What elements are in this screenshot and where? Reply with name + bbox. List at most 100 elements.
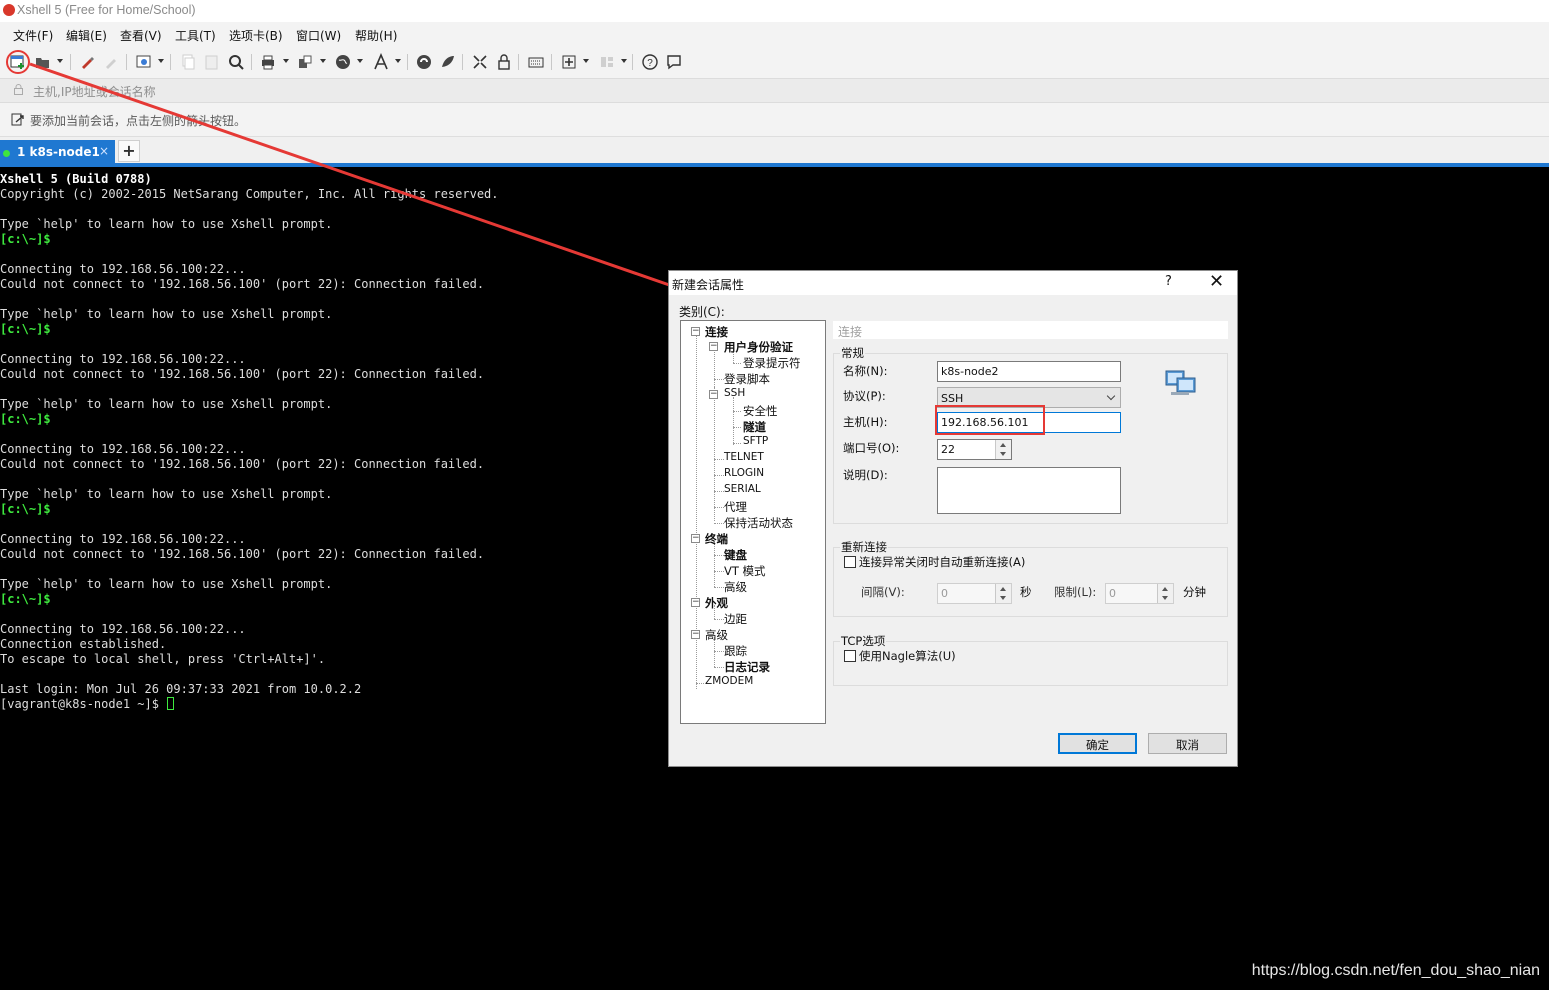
terminal-line: Type `help' to learn how to use Xshell p…	[0, 217, 333, 231]
spin-up-icon[interactable]	[1000, 443, 1006, 447]
annotation-highlight-box	[935, 405, 1045, 435]
interval-spinner[interactable]	[995, 584, 1011, 603]
tree-ssh[interactable]: SSH	[724, 387, 745, 399]
auto-reconnect-checkbox[interactable]	[844, 556, 856, 568]
tree-collapse-icon[interactable]: −	[691, 630, 700, 639]
add-tab-icon[interactable]	[559, 53, 579, 71]
globe-icon[interactable]	[333, 53, 353, 71]
address-bar[interactable]: 主机,IP地址或会话名称	[0, 78, 1549, 102]
tree-zmodem[interactable]: ZMODEM	[705, 675, 753, 687]
port-input[interactable]: 22	[937, 439, 1012, 460]
add-session-arrow-icon[interactable]	[11, 113, 25, 127]
find-icon[interactable]	[226, 53, 246, 71]
paste-icon[interactable]	[202, 53, 222, 71]
interval-unit: 秒	[1020, 585, 1032, 599]
session-hint: 要添加当前会话，点击左侧的箭头按钮。	[30, 114, 247, 128]
terminal-cursor	[167, 697, 175, 710]
port-spinner[interactable]	[995, 440, 1011, 459]
description-textarea[interactable]	[937, 467, 1121, 514]
tree-terminal-advanced[interactable]: 高级	[724, 579, 747, 595]
tree-terminal[interactable]: 终端	[705, 531, 728, 547]
tree-keepalive[interactable]: 保持活动状态	[724, 515, 793, 531]
dialog-close-button[interactable]: ✕	[1209, 271, 1224, 292]
tree-rlogin[interactable]: RLOGIN	[724, 467, 764, 479]
tree-collapse-icon[interactable]: −	[709, 390, 718, 399]
tree-collapse-icon[interactable]: −	[691, 327, 700, 336]
tree-login-script[interactable]: 登录脚本	[724, 371, 770, 387]
spin-down-icon[interactable]	[1000, 596, 1006, 600]
chat-icon[interactable]	[664, 53, 684, 71]
limit-value: 0	[1109, 587, 1116, 600]
disconnect-icon[interactable]	[101, 53, 121, 71]
tree-logging[interactable]: 日志记录	[724, 659, 770, 675]
tree-trace[interactable]: 跟踪	[724, 643, 747, 659]
terminal-line: Xshell 5 (Build 0788)	[0, 172, 152, 186]
port-value: 22	[941, 443, 955, 456]
address-input[interactable]: 主机,IP地址或会话名称	[33, 83, 156, 100]
keyboard-icon[interactable]	[526, 53, 546, 71]
spin-down-icon[interactable]	[1000, 452, 1006, 456]
tree-telnet[interactable]: TELNET	[724, 451, 764, 463]
spin-up-icon[interactable]	[1000, 587, 1006, 591]
terminal-line: Connecting to 192.168.56.100:22...	[0, 442, 246, 456]
interval-input[interactable]: 0	[937, 583, 1012, 604]
tree-advanced[interactable]: 高级	[705, 627, 728, 643]
xftp-icon[interactable]	[414, 53, 434, 71]
menu-edit[interactable]: 编辑(E)	[66, 27, 107, 44]
name-input[interactable]: k8s-node2	[937, 361, 1121, 382]
menu-help[interactable]: 帮助(H)	[355, 27, 397, 44]
spin-down-icon[interactable]	[1162, 596, 1168, 600]
tree-vt-mode[interactable]: VT 模式	[724, 563, 766, 579]
print-icon[interactable]	[258, 53, 278, 71]
menu-view[interactable]: 查看(V)	[120, 27, 162, 44]
new-tab-button[interactable]: +	[118, 140, 140, 162]
reconnect-icon[interactable]	[77, 53, 97, 71]
nagle-checkbox[interactable]	[844, 650, 856, 662]
help-icon[interactable]: ?	[640, 53, 660, 71]
menu-tools[interactable]: 工具(T)	[175, 27, 216, 44]
tree-sftp[interactable]: SFTP	[743, 435, 768, 447]
spin-up-icon[interactable]	[1162, 587, 1168, 591]
tree-security[interactable]: 安全性	[743, 403, 778, 419]
limit-spinner[interactable]	[1157, 584, 1173, 603]
svg-text:?: ?	[647, 58, 653, 69]
nagle-label: 使用Nagle算法(U)	[859, 649, 956, 663]
tree-proxy[interactable]: 代理	[724, 499, 747, 515]
properties-icon[interactable]	[134, 53, 154, 71]
lock-icon[interactable]	[494, 53, 514, 71]
dialog-help-button[interactable]: ?	[1165, 274, 1172, 289]
font-icon[interactable]	[371, 53, 391, 71]
tree-keyboard[interactable]: 键盘	[724, 547, 747, 563]
limit-input[interactable]: 0	[1105, 583, 1174, 604]
cancel-button[interactable]: 取消	[1148, 733, 1227, 754]
tree-collapse-icon[interactable]: −	[709, 342, 718, 351]
fullscreen-icon[interactable]	[470, 53, 490, 71]
terminal-prompt-line: [c:\~]$	[0, 412, 51, 426]
tree-serial[interactable]: SERIAL	[724, 483, 761, 495]
open-folder-icon[interactable]	[33, 53, 53, 71]
limit-label: 限制(L):	[1054, 585, 1097, 599]
tree-login-prompt[interactable]: 登录提示符	[743, 355, 801, 371]
menu-window[interactable]: 窗口(W)	[296, 27, 341, 44]
tree-collapse-icon[interactable]: −	[691, 598, 700, 607]
menu-tabs[interactable]: 选项卡(B)	[229, 27, 283, 44]
terminal-line: Connection established.	[0, 637, 167, 651]
tree-connection[interactable]: 连接	[705, 324, 728, 340]
layout-icon[interactable]	[597, 53, 617, 71]
tree-appearance[interactable]: 外观	[705, 595, 728, 611]
annotation-circle	[6, 50, 30, 74]
ok-button[interactable]: 确定	[1058, 733, 1137, 754]
transfer-icon[interactable]	[295, 53, 315, 71]
menu-file[interactable]: 文件(F)	[13, 27, 53, 44]
tree-margin[interactable]: 边距	[724, 611, 747, 627]
tree-tunnel[interactable]: 隧道	[743, 419, 766, 435]
copy-icon[interactable]	[178, 53, 198, 71]
tree-auth[interactable]: 用户身份验证	[724, 339, 793, 355]
xmanager-icon[interactable]	[438, 53, 458, 71]
tab-label: 1 k8s-node1	[17, 145, 100, 159]
tab-close-icon[interactable]: ×	[99, 144, 109, 158]
tab-k8s-node1[interactable]: 1 k8s-node1 ×	[0, 140, 115, 165]
tree-collapse-icon[interactable]: −	[691, 534, 700, 543]
category-label: 类别(C):	[679, 305, 725, 319]
terminal-prompt-line[interactable]: [vagrant@k8s-node1 ~]$	[0, 697, 175, 712]
